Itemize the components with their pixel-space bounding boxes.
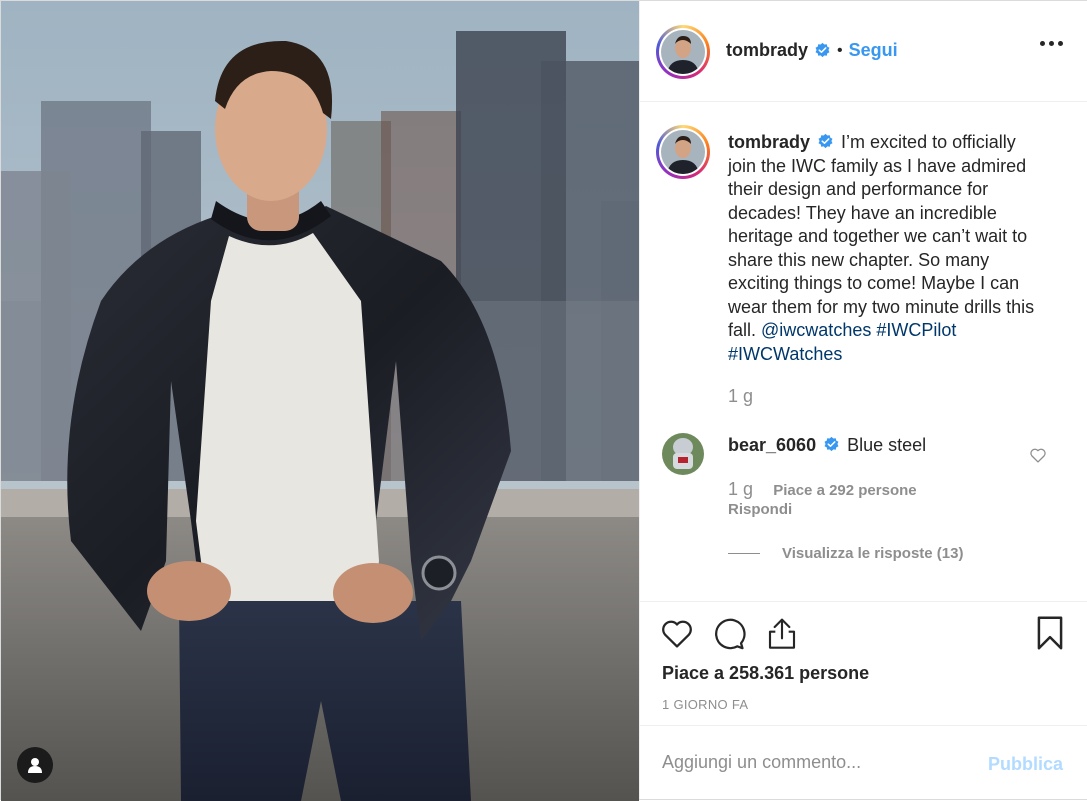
post-header: tombrady • Segui — [640, 1, 1087, 102]
post-caption: tombrady I’m excited to officially join … — [728, 131, 1048, 366]
post-date[interactable]: 1 GIORNO FA — [662, 697, 748, 712]
actions-divider — [640, 601, 1087, 602]
user-tag-button[interactable] — [17, 747, 53, 783]
caption-hashtag-link[interactable]: #IWCPilot — [876, 320, 956, 340]
post-photo[interactable] — [1, 1, 639, 801]
reply-button[interactable]: Rispondi — [728, 501, 792, 518]
comment-meta: 1 g Piace a 292 persone — [728, 479, 917, 500]
replies-line-divider — [728, 553, 760, 554]
commenter-avatar-image — [662, 433, 704, 475]
verified-badge-icon — [818, 133, 833, 148]
more-options-icon[interactable] — [1040, 41, 1063, 46]
follow-button[interactable]: Segui — [849, 40, 898, 61]
caption-avatar-image — [661, 130, 705, 174]
caption-text: I’m excited to officially join the IWC f… — [728, 132, 1035, 340]
author-avatar[interactable] — [656, 25, 710, 79]
post-side-panel: tombrady • Segui tombrady I’m excited to… — [639, 1, 1087, 799]
instagram-post-window: tombrady • Segui tombrady I’m excited to… — [0, 0, 1087, 801]
author-username[interactable]: tombrady — [726, 40, 808, 61]
caption-username[interactable]: tombrady — [728, 132, 810, 152]
add-comment-box: Pubblica — [640, 725, 1087, 800]
caption-author-avatar[interactable] — [656, 125, 710, 179]
publish-button[interactable]: Pubblica — [988, 754, 1063, 775]
comment-likes[interactable]: Piace a 292 persone — [773, 482, 916, 499]
verified-badge-icon — [815, 42, 830, 58]
commenter-avatar[interactable] — [662, 433, 704, 475]
author-avatar-image — [661, 30, 705, 74]
comment-like-heart-icon[interactable] — [1029, 447, 1047, 468]
view-replies-button[interactable]: Visualizza le risposte (13) — [728, 545, 963, 562]
commenter-username[interactable]: bear_6060 — [728, 435, 816, 455]
user-tag-icon — [28, 758, 42, 773]
comment-icon[interactable] — [712, 617, 746, 656]
comment-text: Blue steel — [847, 435, 927, 455]
post-photo-illustration — [1, 1, 639, 801]
view-replies-label: Visualizza le risposte (13) — [782, 545, 964, 562]
caption-timestamp[interactable]: 1 g — [728, 386, 753, 407]
caption-mention-link[interactable]: @iwcwatches — [761, 320, 871, 340]
comment-timestamp[interactable]: 1 g — [728, 479, 753, 499]
header-user-row: tombrady • Segui — [726, 40, 898, 61]
verified-badge-icon — [824, 437, 839, 452]
share-icon[interactable] — [766, 615, 798, 656]
bookmark-icon[interactable] — [1036, 615, 1064, 656]
separator-dot: • — [837, 41, 843, 59]
comment-row: bear_6060 Blue steel — [728, 435, 926, 456]
caption-hashtag-link[interactable]: #IWCWatches — [728, 344, 842, 364]
heart-icon[interactable] — [660, 617, 694, 654]
post-likes-count[interactable]: Piace a 258.361 persone — [662, 663, 869, 684]
comment-input[interactable] — [662, 752, 962, 773]
